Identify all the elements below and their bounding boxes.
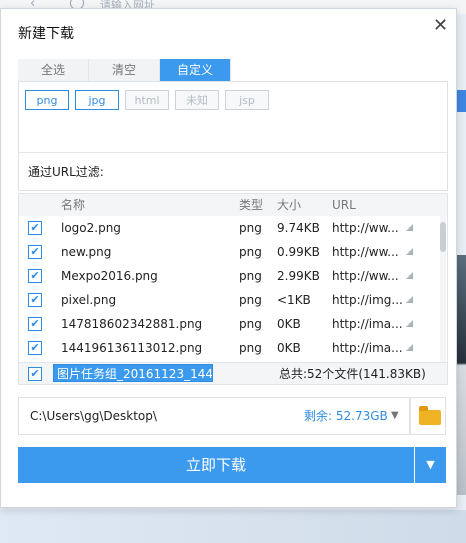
chevron-down-icon[interactable]: ▼: [391, 398, 399, 434]
table-header: 名称 类型 大小 URL: [19, 194, 447, 216]
file-type: png: [239, 245, 262, 259]
file-name: 147818602342881.png: [61, 317, 203, 331]
table-row[interactable]: ✔ pixel.png png <1KB http://img...: [19, 288, 439, 312]
file-url: http://ww...: [332, 245, 399, 259]
table-row[interactable]: ✔ Mexpo2016.png png 2.99KB http://ww...: [19, 264, 439, 288]
row-checkbox[interactable]: ✔: [28, 317, 42, 331]
save-path-field[interactable]: C:\Users\gg\Desktop\ 剩余: 52.73GB ▼: [18, 397, 410, 435]
scrollbar-thumb[interactable]: [440, 222, 446, 252]
file-size: 0KB: [277, 317, 301, 331]
file-url: http://img...: [332, 293, 402, 307]
column-header-url[interactable]: URL: [332, 194, 356, 216]
browse-folder-button[interactable]: [410, 397, 446, 435]
file-size: 2.99KB: [277, 269, 320, 283]
tab-custom[interactable]: 自定义: [160, 59, 231, 81]
save-path-text[interactable]: C:\Users\gg\Desktop\: [30, 398, 157, 434]
row-checkbox[interactable]: ✔: [28, 341, 42, 355]
table-row[interactable]: ✔ 147818602342881.png png 0KB http://ima…: [19, 312, 439, 336]
file-size: 0KB: [277, 341, 301, 355]
download-options-dropdown[interactable]: ▼: [415, 447, 446, 483]
table-row[interactable]: ✔ new.png png 0.99KB http://ww...: [19, 240, 439, 264]
file-type: png: [239, 221, 262, 235]
resize-grip-icon: [406, 272, 413, 279]
type-filter-panel: png jpg html 未知 jsp 通过URL过滤:: [18, 81, 448, 191]
file-name: pixel.png: [61, 293, 117, 307]
task-group-name-input[interactable]: 图片任务组_20161123_1448: [53, 364, 213, 382]
url-filter-row[interactable]: 通过URL过滤:: [19, 152, 447, 191]
resize-grip-icon: [406, 344, 413, 351]
file-url: http://ima...: [332, 317, 402, 331]
file-url: http://ww...: [332, 221, 399, 235]
file-url: http://ima...: [332, 341, 402, 355]
filter-chip-jpg[interactable]: jpg: [75, 90, 119, 110]
filter-chip-unknown[interactable]: 未知: [175, 90, 219, 110]
file-size: 9.74KB: [277, 221, 320, 235]
row-checkbox[interactable]: ✔: [28, 245, 42, 259]
resize-grip-icon: [406, 296, 413, 303]
file-name: Mexpo2016.png: [61, 269, 158, 283]
table-row[interactable]: ✔ logo2.png png 9.74KB http://ww...: [19, 216, 439, 240]
file-name: logo2.png: [61, 221, 121, 235]
total-summary: 总共:52个文件(141.83KB): [279, 367, 426, 381]
dialog-title: 新建下载: [18, 26, 74, 42]
file-name: new.png: [61, 245, 112, 259]
filter-chip-png[interactable]: png: [25, 90, 69, 110]
file-type: png: [239, 293, 262, 307]
row-checkbox[interactable]: ✔: [28, 269, 42, 283]
group-checkbox[interactable]: ✔: [28, 367, 42, 381]
resize-grip-icon: [406, 320, 413, 327]
tab-select-all[interactable]: 全选: [18, 59, 89, 81]
file-type: png: [239, 269, 262, 283]
background-taskbar: [0, 510, 466, 543]
table-row[interactable]: ✔ 144196136113012.png png 0KB http://ima…: [19, 336, 439, 360]
file-type: png: [239, 341, 262, 355]
filter-chip-html[interactable]: html: [125, 90, 169, 110]
column-header-type[interactable]: 类型: [239, 194, 263, 216]
new-download-dialog: 新建下载 ✕ 全选 清空 自定义 png jpg html 未知 jsp 通过U…: [0, 8, 457, 508]
file-size: 0.99KB: [277, 245, 320, 259]
tab-clear[interactable]: 清空: [89, 59, 160, 81]
download-now-button[interactable]: 立即下载: [18, 447, 414, 483]
file-url: http://ww...: [332, 269, 399, 283]
resize-grip-icon: [406, 248, 413, 255]
file-type: png: [239, 317, 262, 331]
file-table: 名称 类型 大小 URL ✔ logo2.png png 9.74KB http…: [18, 193, 448, 385]
close-icon[interactable]: ✕: [433, 17, 448, 35]
folder-icon: [419, 406, 441, 425]
column-header-name[interactable]: 名称: [61, 194, 85, 216]
row-checkbox[interactable]: ✔: [28, 221, 42, 235]
background-image: [456, 255, 466, 495]
row-checkbox[interactable]: ✔: [28, 293, 42, 307]
background-accent: [456, 90, 466, 112]
table-footer: ✔ 图片任务组_20161123_1448 总共:52个文件(141.83KB): [19, 362, 447, 384]
file-name: 144196136113012.png: [61, 341, 203, 355]
file-size: <1KB: [277, 293, 311, 307]
filter-chip-jsp[interactable]: jsp: [225, 90, 269, 110]
column-header-size[interactable]: 大小: [277, 194, 301, 216]
free-space-label: 剩余: 52.73GB: [304, 409, 388, 423]
url-filter-label: 通过URL过滤:: [28, 165, 104, 179]
table-scrollbar[interactable]: [440, 216, 446, 381]
resize-grip-icon: [406, 224, 413, 231]
